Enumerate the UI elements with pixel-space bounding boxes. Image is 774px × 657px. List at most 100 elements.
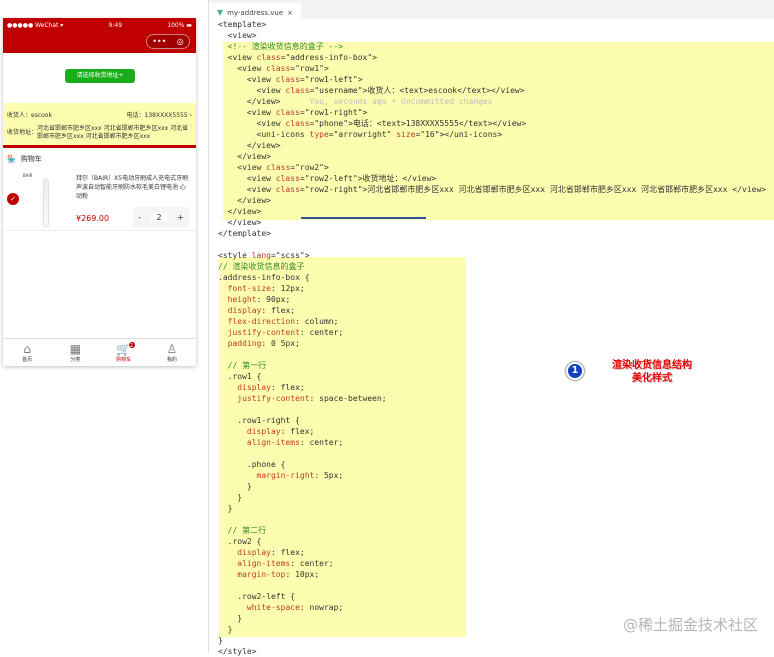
tab-label: 首页 [22,357,33,363]
code-line: font-size: 12px; [227,284,305,293]
code-line: .address-info-box { [218,273,310,282]
address-label: 收货地址： [7,129,38,136]
shop-icon: 🏪 [7,155,16,163]
tab-bar: ⌂ 首页 ▦ 分类 🛒 2 购物车 ♙ 我的 [3,338,196,366]
code-line: </view> [218,207,262,216]
code-line: display: flex; [227,306,296,315]
check-icon[interactable]: ✓ [7,193,19,205]
code-line: } [218,504,233,513]
code-line: .row2 { [218,537,262,546]
tab-category[interactable]: ▦ 分类 [51,339,99,366]
code-line: <view class="phone">电话：<text>138XXXX5555… [218,119,527,128]
code-line: </view> [218,196,271,205]
tab-label: 分类 [70,357,81,363]
code-line: .phone { [218,460,286,469]
address-info-box[interactable]: 收货人：escook 电话：138XXXX5555 › 收货地址： 河北省邯郸市… [3,103,196,145]
battery: 100% ▬ [167,22,192,29]
code-line: .row1-right { [218,416,300,425]
code-line: flex-direction: column; [227,317,339,326]
code-line: margin-top: 10px; [237,570,320,579]
code-line: <view class="address-info-box"> [218,53,377,62]
phone-simulator: ●●●●● WeChat ▾ 9:49 100% ▬ ••• ◎ 请选择收货地址… [3,18,196,366]
code-line: padding: 0 5px; [227,339,300,348]
code-line: <style lang="scss"> [218,251,310,260]
code-line: display: flex; [237,548,305,557]
code-line: height: 90px; [227,295,291,304]
code-line: .row2-left { [218,592,296,601]
code-editor: ▼ my-address.vue × <template> <view> <!-… [208,0,774,656]
code-line: <uni-icons type="arrowright" size="16"><… [218,130,503,139]
code-line: <view class="username">收货人：<text>escook<… [218,86,525,95]
tab-home[interactable]: ⌂ 首页 [3,339,51,366]
code-line: } [218,493,243,502]
quantity-stepper: - 2 + [133,207,189,227]
annotation-text: 渲染收货信息结构 美化样式 [600,359,704,385]
category-icon: ▦ [69,342,82,356]
product-image[interactable] [43,179,49,227]
annotation-line: 美化样式 [632,373,672,384]
code-line: </view> [218,218,262,227]
annotation-number: 1 [566,362,584,380]
annotation-line: 渲染收货信息结构 [612,360,692,371]
code-line: </view> [218,152,271,161]
vue-file-icon: ▼ [217,8,224,17]
cart-badge: 2 [127,341,136,349]
cart-header: 🏪 购物车 [7,154,42,164]
code-line: </view> [218,141,281,150]
code-line: // 第二行 [218,526,267,535]
address-value: 河北省邯郸市肥乡区xxx 河北省邯郸市肥乡区xxx 河北省邯郸市肥乡区xxx 河… [37,125,189,140]
time: 9:49 [108,22,123,29]
code-line: <view class="row2"> [218,163,329,172]
code-content[interactable]: <template> <view> <!-- 渲染收货信息的盒子 --> <vi… [218,19,766,657]
cart-item[interactable]: ✓ BAIR 拜尔（BAIR）X5电动牙刷成人充电式牙刷声波自动智能牙刷防水软毛… [3,169,196,231]
code-line: align-items: center; [237,559,334,568]
cart-icon: 🛒 [116,342,132,356]
code-line: align-items: center; [246,438,344,447]
code-line: } [218,636,223,645]
code-line: } [218,482,252,491]
home-icon: ⌂ [23,342,31,356]
cart-title: 购物车 [20,155,42,163]
tab-profile[interactable]: ♙ 我的 [148,339,196,366]
tab-cart[interactable]: 🛒 2 购物车 [100,339,148,366]
code-line: <view class="row1-right"> [218,108,368,117]
plus-button[interactable]: + [177,213,184,222]
capsule-menu: ••• ◎ [146,34,190,49]
divider-line [3,145,196,148]
carrier: ●●●●● WeChat ▾ [7,22,64,29]
code-line: <view class="row2-right">河北省邯郸市肥乡区xxx 河北… [218,185,767,194]
more-icon[interactable]: ••• [152,37,166,46]
code-line: justify-content: center; [227,328,344,337]
code-line: // 渲染收货信息的盒子 [218,262,305,271]
code-line: display: flex; [246,427,315,436]
consignee: 收货人：escook [7,112,52,119]
code-line: <view class="row1-left"> [218,75,363,84]
product-title[interactable]: 拜尔（BAIR）X5电动牙刷成人充电式牙刷声波自动智能牙刷防水软毛美白锂电池 心… [76,174,191,201]
code-line: <template> [218,20,267,29]
product-brand: BAIR [23,173,33,178]
close-tab-icon[interactable]: × [287,9,293,17]
phone-number: 电话：138XXXX5555 [126,112,188,119]
minus-button[interactable]: - [138,213,141,222]
tab-label: 我的 [166,357,177,363]
tab-label: 购物车 [116,357,132,363]
code-line: <view> [218,31,257,40]
code-line: white-space: nowrap; [246,603,344,612]
code-line: <view class="row1"> [218,64,329,73]
file-name: my-address.vue [227,8,284,17]
code-line: </template> [218,229,271,238]
nav-header: ●●●●● WeChat ▾ 9:49 100% ▬ ••• ◎ [3,18,196,53]
user-icon: ♙ [166,342,178,356]
code-line: <!-- 渲染收货信息的盒子 --> [218,42,343,51]
choose-address-button[interactable]: 请选择收货地址+ [65,69,135,83]
quantity-input[interactable]: 2 [151,212,168,222]
close-mini-icon[interactable]: ◎ [177,37,184,46]
status-bar: ●●●●● WeChat ▾ 9:49 100% ▬ [7,22,192,29]
code-line: </style> [218,647,257,656]
code-line: justify-content: space-between; [237,394,387,403]
